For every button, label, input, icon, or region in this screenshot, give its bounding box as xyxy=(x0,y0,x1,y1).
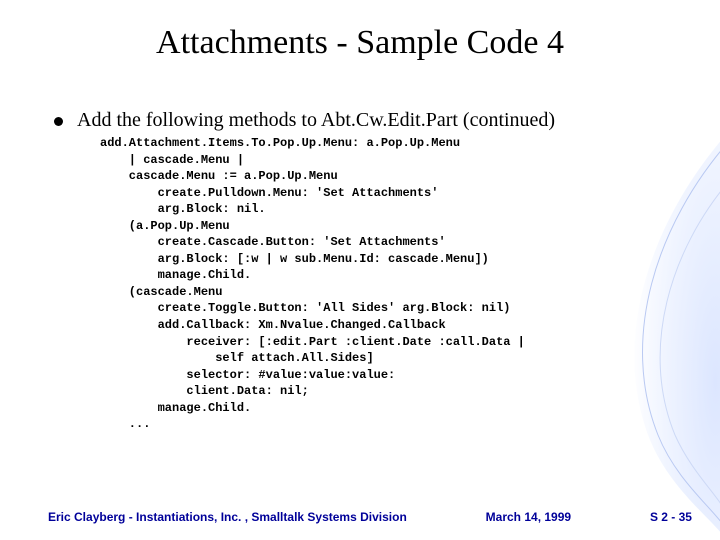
slide-title: Attachments - Sample Code 4 xyxy=(0,24,720,62)
lead-text: Add the following methods to Abt.Cw.Edit… xyxy=(77,108,674,133)
footer-author: Eric Clayberg - Instantiations, Inc. , S… xyxy=(48,510,407,524)
bullet-item: Add the following methods to Abt.Cw.Edit… xyxy=(54,108,674,433)
slide-body: Add the following methods to Abt.Cw.Edit… xyxy=(54,108,674,433)
bullet-icon xyxy=(54,117,63,126)
slide: Attachments - Sample Code 4 Add the foll… xyxy=(0,0,720,540)
code-block: add.Attachment.Items.To.Pop.Up.Menu: a.P… xyxy=(100,135,674,433)
footer-page: S 2 - 35 xyxy=(650,510,692,524)
footer: Eric Clayberg - Instantiations, Inc. , S… xyxy=(48,510,692,524)
footer-date: March 14, 1999 xyxy=(486,510,571,524)
